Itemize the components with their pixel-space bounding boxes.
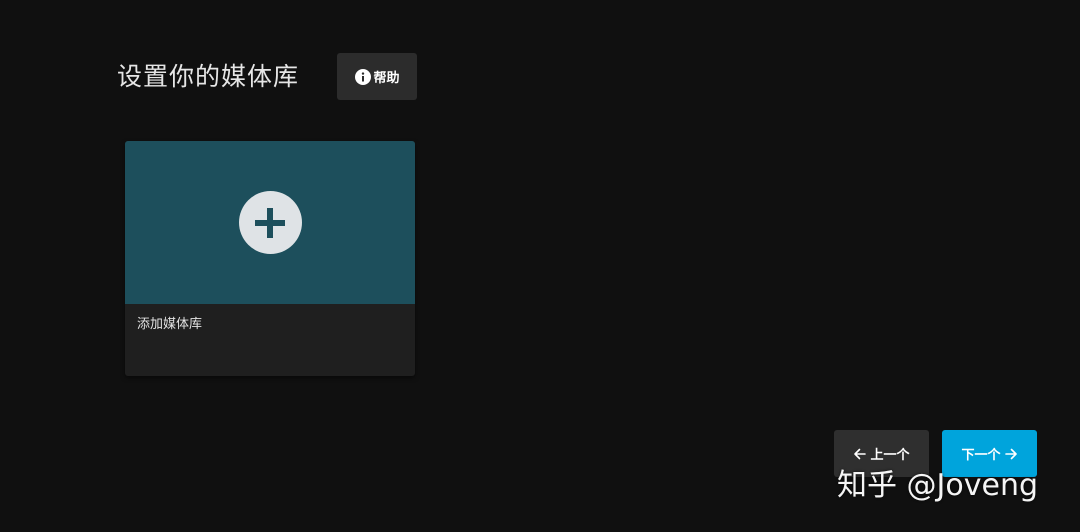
help-button[interactable]: 帮助 — [337, 53, 418, 100]
arrow-left-icon — [853, 447, 867, 461]
header: 设置你的媒体库 帮助 — [117, 53, 418, 100]
page-title: 设置你的媒体库 — [117, 62, 300, 91]
add-library-label: 添加媒体库 — [137, 317, 203, 332]
help-button-label: 帮助 — [373, 71, 400, 86]
plus-icon — [255, 207, 285, 238]
arrow-right-icon — [1004, 447, 1018, 461]
setup-page: 设置你的媒体库 帮助 添加媒体库 上一个 下一个 知乎 @Joveng — [0, 0, 1080, 532]
add-circle[interactable] — [238, 191, 302, 254]
info-icon — [354, 68, 371, 85]
watermark: 知乎 @Joveng — [837, 468, 1039, 503]
card-image — [125, 141, 415, 304]
add-library-card[interactable]: 添加媒体库 — [125, 141, 415, 376]
